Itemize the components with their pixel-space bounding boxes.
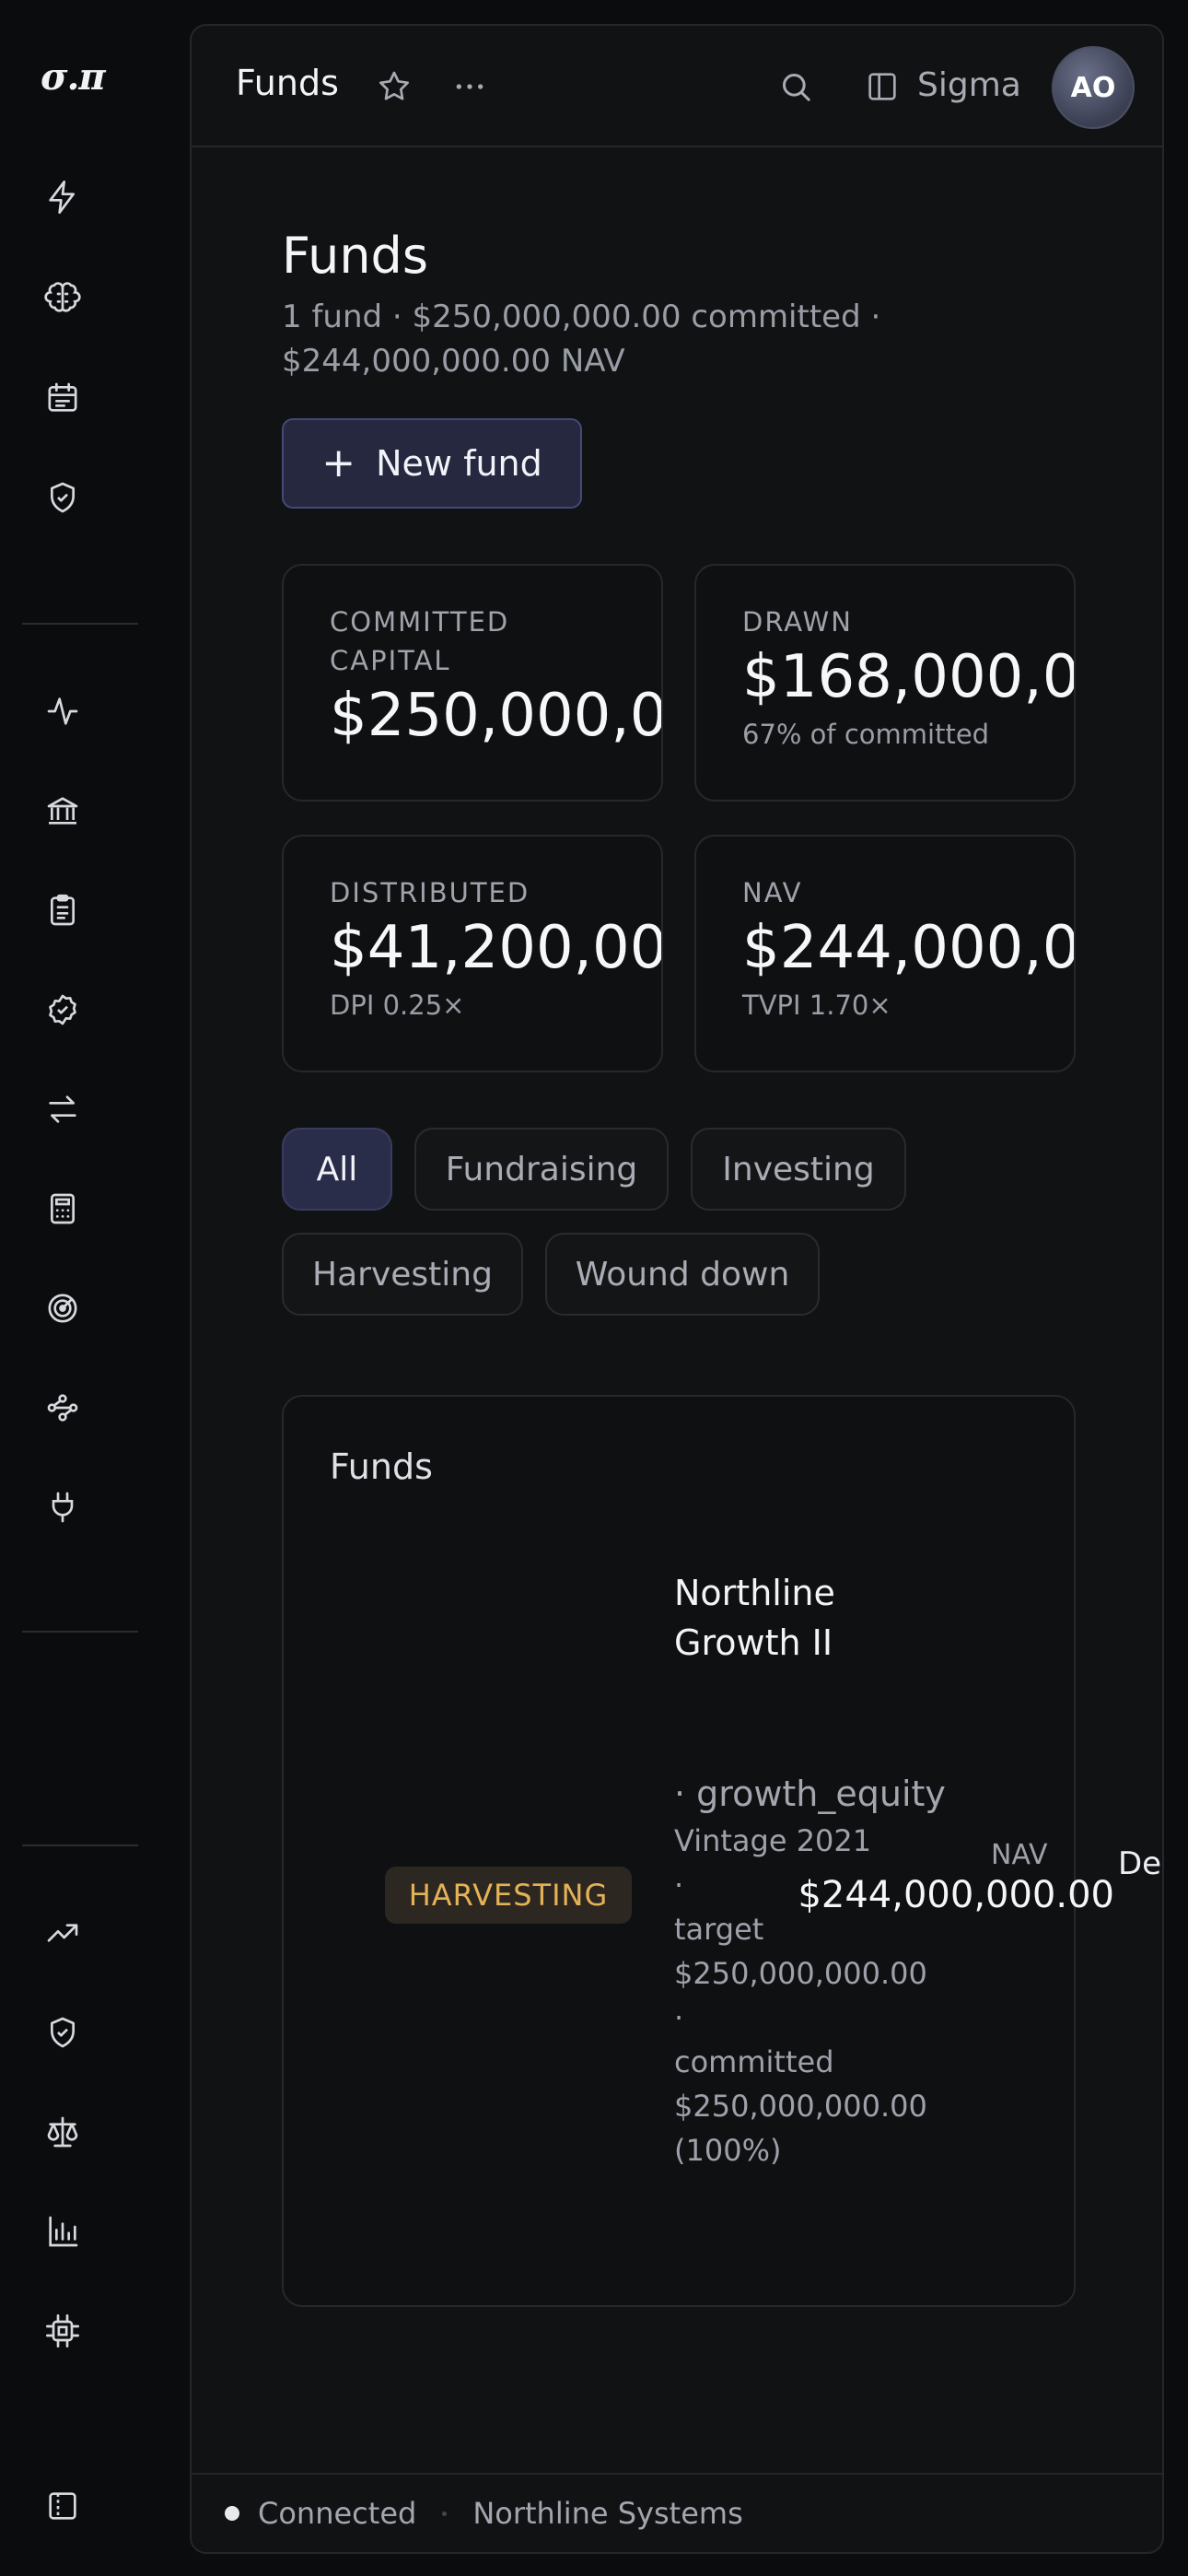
bar-chart-icon[interactable] [41, 2209, 85, 2254]
fund-committed: committed $250,000,000.00 (100%) [674, 2044, 927, 2168]
stat-label: DISTRIBUTED [330, 877, 530, 908]
org-name: Northline Systems [472, 2496, 743, 2531]
fund-type: · growth_equity [674, 1774, 946, 1814]
panel-toggle-icon[interactable] [858, 63, 906, 111]
rail-divider [22, 623, 138, 625]
fund-meta: · growth_equity Vintage 2021 · target $2… [674, 1769, 950, 2172]
rail-divider [22, 1844, 138, 1846]
connection-status-dot [225, 2506, 239, 2521]
left-rail: σ.π [0, 0, 188, 2576]
new-fund-label: New fund [376, 443, 542, 484]
funds-list-title: Funds [330, 1446, 433, 1487]
search-icon[interactable] [772, 63, 820, 111]
trending-up-icon[interactable] [41, 1911, 85, 1955]
calendar-icon[interactable] [41, 376, 85, 420]
main-panel: Funds Sigma AO Funds 1 fund · $250,000,0… [190, 24, 1164, 2554]
brain-icon[interactable] [41, 276, 85, 321]
activity-icon[interactable] [41, 689, 85, 733]
stat-value: $244,000,000.00 [742, 914, 1074, 982]
stat-nav: NAV $244,000,000.00 TVPI 1.70× [694, 835, 1076, 1072]
more-options-icon[interactable] [446, 63, 494, 111]
star-icon[interactable] [370, 63, 418, 111]
sidebar-toggle-icon[interactable] [41, 2484, 85, 2528]
fund-name[interactable]: Northline Growth II [674, 1568, 840, 1668]
stat-drawn: DRAWN $168,000,000.00 67% of committed [694, 564, 1076, 802]
shield-check-icon[interactable] [41, 475, 85, 520]
connection-status: Connected [258, 2496, 417, 2531]
workspace-label[interactable]: Sigma [917, 66, 1021, 104]
nav-label: NAV [991, 1839, 1048, 1871]
plug-icon[interactable] [41, 1485, 85, 1529]
filter-harvesting[interactable]: Harvesting [282, 1233, 523, 1316]
status-footer: Connected Northline Systems [192, 2473, 1162, 2552]
stat-note: TVPI 1.70× [742, 989, 891, 1021]
status-badge: HARVESTING [385, 1867, 632, 1924]
bank-icon[interactable] [41, 789, 85, 833]
filter-investing[interactable]: Investing [691, 1128, 906, 1211]
bolt-icon[interactable] [41, 175, 85, 219]
footer-separator [442, 2511, 448, 2516]
radar-icon[interactable] [41, 1286, 85, 1330]
calculator-icon[interactable] [41, 1187, 85, 1231]
stat-label: DRAWN [742, 606, 853, 638]
fund-target: target $250,000,000.00 [674, 1912, 927, 1991]
stat-committed-capital: COMMITTED CAPITAL $250,000,000.00 [282, 564, 663, 802]
stat-value: $41,200,000.00 [330, 914, 663, 982]
plus-icon: + [321, 439, 356, 486]
stat-value: $250,000,000.00 [330, 682, 661, 750]
details-link[interactable]: Details → [1118, 1841, 1162, 1887]
rail-divider [22, 1631, 138, 1633]
page-title: Funds [282, 227, 428, 285]
scale-icon[interactable] [41, 2110, 85, 2154]
stat-distributed: DISTRIBUTED $41,200,000.00 DPI 0.25× [282, 835, 663, 1072]
shield-icon[interactable] [41, 2010, 85, 2055]
app-logo[interactable]: σ.π [41, 55, 106, 99]
filter-all[interactable]: All [282, 1128, 392, 1211]
nav-value: $244,000,000.00 [798, 1874, 1114, 1916]
meta-separator: · [674, 2000, 684, 2035]
route-icon[interactable] [41, 1386, 85, 1430]
clipboard-icon[interactable] [41, 888, 85, 932]
page-subtitle: 1 fund · $250,000,000.00 committed · $24… [282, 299, 881, 380]
funds-list-card: Funds HARVESTING Northline Growth II · g… [282, 1395, 1162, 2307]
header-title: Funds [236, 63, 339, 103]
new-fund-button[interactable]: + New fund [282, 418, 582, 509]
badge-check-icon[interactable] [41, 988, 85, 1032]
stat-label: COMMITTED CAPITAL [330, 606, 510, 676]
stat-value: $168,000,000.00 [742, 643, 1074, 711]
stat-note: 67% of committed [742, 719, 990, 750]
filter-fundraising[interactable]: Fundraising [414, 1128, 669, 1211]
top-bar: Funds Sigma AO [192, 26, 1162, 147]
stat-note: DPI 0.25× [330, 989, 465, 1021]
filter-wound-down[interactable]: Wound down [545, 1233, 820, 1316]
fund-vintage: Vintage 2021 [674, 1823, 872, 1858]
cpu-icon[interactable] [41, 2309, 85, 2353]
avatar[interactable]: AO [1052, 46, 1135, 129]
stat-label: NAV [742, 877, 803, 908]
arrows-exchange-icon[interactable] [41, 1087, 85, 1131]
